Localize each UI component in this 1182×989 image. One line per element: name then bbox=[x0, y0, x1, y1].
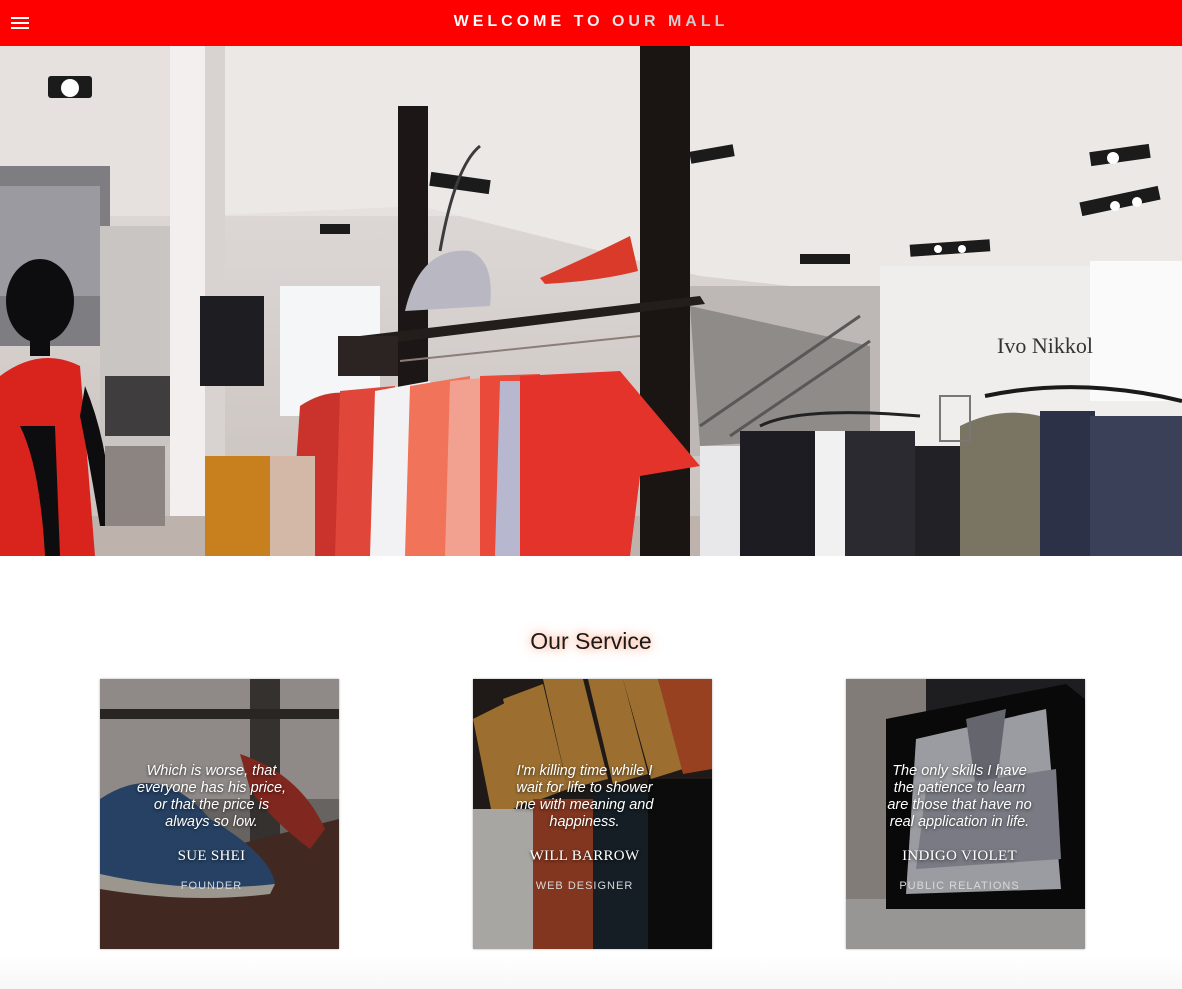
service-card-founder: Which is worse, that everyone has his pr… bbox=[100, 679, 339, 949]
testimonial-quote: I'm killing time while I wait for life t… bbox=[515, 763, 654, 830]
person-role: PUBLIC RELATIONS bbox=[899, 880, 1020, 892]
service-card-web-designer: I'm killing time while I wait for life t… bbox=[473, 679, 712, 949]
service-card-public-relations: The only skills I have the patience to l… bbox=[846, 679, 1085, 949]
person-name: WILL BARROW bbox=[529, 848, 640, 864]
card-content: I'm killing time while I wait for life t… bbox=[509, 763, 660, 892]
store-sign: Ivo Nikkol bbox=[997, 333, 1093, 358]
person-name: SUE SHEI bbox=[177, 848, 246, 864]
person-role: FOUNDER bbox=[180, 880, 243, 892]
footer-fade bbox=[0, 955, 1182, 989]
person-name: INDIGO VIOLET bbox=[902, 848, 1017, 864]
testimonial-quote: The only skills I have the patience to l… bbox=[887, 763, 1032, 830]
testimonial-quote: Which is worse, that everyone has his pr… bbox=[136, 763, 287, 830]
card-content: Which is worse, that everyone has his pr… bbox=[136, 763, 287, 892]
hamburger-menu-icon[interactable] bbox=[10, 14, 30, 32]
service-heading: Our Service bbox=[530, 628, 652, 654]
person-role: WEB DESIGNER bbox=[535, 880, 634, 892]
hero-store-image: Ivo Nikkol bbox=[0, 46, 1182, 556]
card-content: The only skills I have the patience to l… bbox=[886, 763, 1033, 892]
site-title: WELCOME TO OUR MALL bbox=[441, 12, 741, 32]
top-bar: WELCOME TO OUR MALL bbox=[0, 0, 1182, 46]
